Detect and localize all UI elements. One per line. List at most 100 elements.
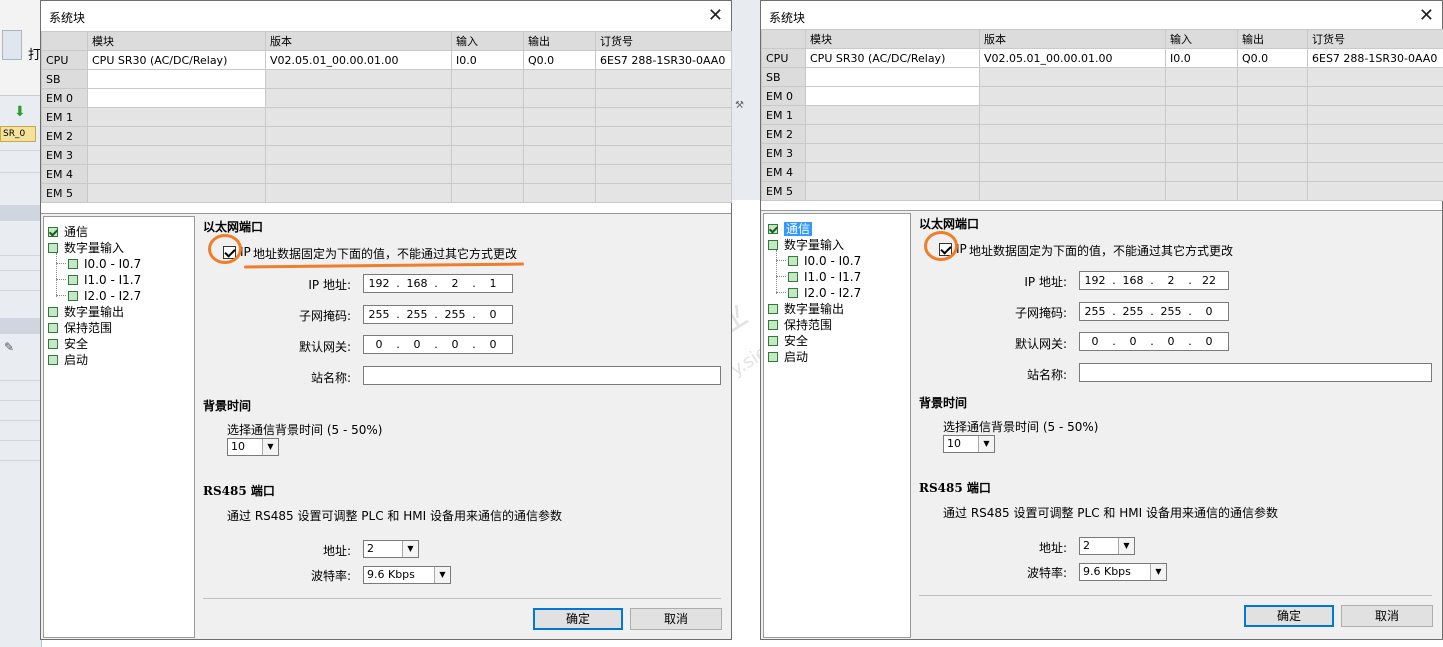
ok-button[interactable]: 确定 bbox=[533, 608, 623, 630]
table-cell-version[interactable] bbox=[979, 162, 1166, 182]
tree-item-i1[interactable]: I1.0 - I1.7 bbox=[68, 273, 141, 287]
table-cell-order[interactable] bbox=[1307, 162, 1443, 182]
chevron-down-icon[interactable]: ▼ bbox=[262, 439, 278, 455]
chevron-down-icon[interactable]: ▼ bbox=[1118, 538, 1134, 554]
table-cell-input[interactable]: I0.0 bbox=[1165, 48, 1238, 68]
ip-octet[interactable]: 22 bbox=[1194, 274, 1224, 287]
table-cell-version[interactable] bbox=[979, 143, 1166, 163]
table-cell-input[interactable] bbox=[1165, 67, 1238, 87]
table-cell-order[interactable] bbox=[1307, 143, 1443, 163]
ip-octet[interactable]: 168 bbox=[402, 277, 432, 290]
column-header[interactable]: 输入 bbox=[451, 31, 524, 51]
column-header[interactable]: 版本 bbox=[265, 31, 452, 51]
tree-item-digital-output[interactable]: 数字量输出 bbox=[48, 305, 124, 319]
table-cell-module[interactable] bbox=[87, 164, 266, 184]
baud-rate-select[interactable]: 9.6 Kbps ▼ bbox=[363, 566, 451, 584]
table-cell-module[interactable] bbox=[805, 181, 980, 201]
ip-octet[interactable]: 255 bbox=[1080, 305, 1110, 318]
ip-octet[interactable]: 0 bbox=[402, 338, 432, 351]
table-cell-version[interactable] bbox=[265, 126, 452, 146]
table-cell-module[interactable] bbox=[805, 105, 980, 125]
ip-octet[interactable]: 192 bbox=[1080, 274, 1110, 287]
table-cell-input[interactable] bbox=[1165, 162, 1238, 182]
background-tab[interactable]: SR_0 bbox=[0, 126, 36, 142]
table-row[interactable]: EM 3 bbox=[41, 145, 732, 165]
column-header[interactable]: 订货号 bbox=[595, 31, 732, 51]
table-cell-input[interactable]: I0.0 bbox=[451, 50, 524, 70]
table-cell-input[interactable] bbox=[1165, 86, 1238, 106]
table-cell-module[interactable] bbox=[805, 162, 980, 182]
table-cell-input[interactable] bbox=[451, 183, 524, 203]
column-header[interactable]: 订货号 bbox=[1307, 29, 1443, 49]
tree-item-communication[interactable]: 通信 bbox=[48, 225, 88, 239]
table-cell-output[interactable] bbox=[1237, 143, 1308, 163]
tree-item-security[interactable]: 安全 bbox=[768, 334, 808, 348]
table-cell-order[interactable] bbox=[595, 145, 732, 165]
station-name-input[interactable] bbox=[1079, 363, 1432, 382]
ip-octet[interactable]: 0 bbox=[1194, 335, 1224, 348]
ip-address-field[interactable]: 192. 168. 2. 1 bbox=[363, 274, 513, 293]
table-cell-output[interactable] bbox=[1237, 162, 1308, 182]
tree-item-communication[interactable]: 通信 bbox=[768, 222, 813, 236]
table-cell-order[interactable] bbox=[595, 126, 732, 146]
baud-rate-select[interactable]: 9.6 Kbps ▼ bbox=[1079, 563, 1167, 581]
table-cell-order[interactable] bbox=[595, 183, 732, 203]
table-cell-input[interactable] bbox=[451, 107, 524, 127]
table-cell-version[interactable] bbox=[265, 164, 452, 184]
table-cell-order[interactable] bbox=[1307, 86, 1443, 106]
column-header[interactable]: 输出 bbox=[1237, 29, 1308, 49]
table-row[interactable]: SB bbox=[761, 67, 1443, 87]
ok-button[interactable]: 确定 bbox=[1244, 605, 1334, 627]
download-arrow-icon[interactable]: ⬇ bbox=[14, 104, 26, 120]
table-cell-module[interactable] bbox=[805, 124, 980, 144]
table-cell-output[interactable]: Q0.0 bbox=[523, 50, 596, 70]
ip-octet[interactable]: 0 bbox=[364, 338, 394, 351]
table-cell-version[interactable] bbox=[979, 67, 1166, 87]
table-cell-output[interactable] bbox=[523, 69, 596, 89]
tree-item-digital-output[interactable]: 数字量输出 bbox=[768, 302, 844, 316]
table-cell-order[interactable] bbox=[1307, 181, 1443, 201]
table-cell-input[interactable] bbox=[451, 126, 524, 146]
rs485-address-select[interactable]: 2 ▼ bbox=[1079, 537, 1135, 555]
table-cell-version[interactable] bbox=[979, 124, 1166, 144]
ip-octet[interactable]: 192 bbox=[364, 277, 394, 290]
table-cell-output[interactable] bbox=[523, 183, 596, 203]
table-cell-module[interactable] bbox=[87, 145, 266, 165]
table-cell-output[interactable] bbox=[1237, 181, 1308, 201]
table-row[interactable]: EM 1 bbox=[761, 105, 1443, 125]
tree-item-i0[interactable]: I0.0 - I0.7 bbox=[68, 257, 141, 271]
column-header[interactable] bbox=[41, 31, 88, 51]
table-cell-module[interactable] bbox=[805, 67, 980, 87]
table-cell-output[interactable] bbox=[523, 126, 596, 146]
table-cell-version[interactable] bbox=[979, 105, 1166, 125]
table-cell-version[interactable] bbox=[979, 86, 1166, 106]
background-time-select[interactable]: 10 ▼ bbox=[227, 438, 279, 456]
table-cell-module[interactable] bbox=[805, 86, 980, 106]
table-cell-order[interactable]: 6ES7 288-1SR30-0AA0 bbox=[1307, 48, 1443, 68]
cancel-button[interactable]: 取消 bbox=[1341, 605, 1433, 627]
table-cell-output[interactable] bbox=[523, 145, 596, 165]
table-row[interactable]: EM 5 bbox=[761, 181, 1443, 201]
chevron-down-icon[interactable]: ▼ bbox=[402, 541, 418, 557]
ip-octet[interactable]: 255 bbox=[364, 308, 394, 321]
table-cell-version[interactable] bbox=[979, 181, 1166, 201]
subnet-mask-field[interactable]: 255. 255. 255. 0 bbox=[1079, 302, 1229, 321]
station-name-input[interactable] bbox=[363, 366, 721, 385]
table-cell-output[interactable] bbox=[523, 107, 596, 127]
table-cell-output[interactable] bbox=[523, 164, 596, 184]
tree-item-security[interactable]: 安全 bbox=[48, 337, 88, 351]
toolbar-button[interactable] bbox=[2, 30, 22, 60]
table-cell-module[interactable]: CPU SR30 (AC/DC/Relay) bbox=[87, 50, 266, 70]
table-cell-input[interactable] bbox=[451, 164, 524, 184]
table-row[interactable]: SB bbox=[41, 69, 732, 89]
ip-address-field[interactable]: 192. 168. 2. 22 bbox=[1079, 271, 1229, 290]
table-cell-version[interactable] bbox=[265, 107, 452, 127]
table-cell-output[interactable] bbox=[523, 88, 596, 108]
table-cell-order[interactable] bbox=[595, 88, 732, 108]
ip-octet[interactable]: 0 bbox=[440, 338, 470, 351]
tool-icon[interactable]: ⚒ bbox=[735, 100, 759, 116]
table-row[interactable]: CPU CPU SR30 (AC/DC/Relay) V02.05.01_00.00… bbox=[41, 50, 732, 70]
table-row[interactable]: EM 3 bbox=[761, 143, 1443, 163]
table-cell-output[interactable]: Q0.0 bbox=[1237, 48, 1308, 68]
table-row[interactable]: EM 5 bbox=[41, 183, 732, 203]
